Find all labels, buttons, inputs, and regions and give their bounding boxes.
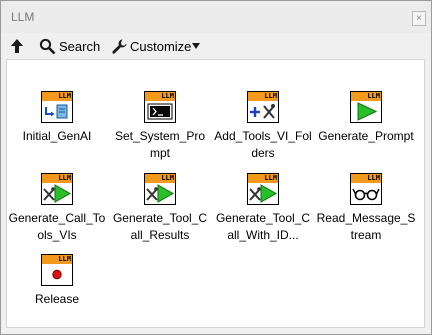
palette-item-label: Add_Tools_VI_Folders [214,129,312,160]
tools-play-icon [249,184,278,203]
palette-item-label: Set_System_Prompt [114,129,206,160]
palette-item-label: Initial_GenAI [22,129,92,143]
terminal-prompt-icon [147,103,173,120]
tools-play-icon [146,184,175,203]
vi-icon: LLM [350,91,382,123]
palette-item-label: Read_Message_Stream [316,211,416,242]
search-label: Search [59,38,101,54]
close-button[interactable]: × [412,11,426,26]
palette-item-generate-prompt[interactable]: LLM Generate_Prompt [316,91,416,166]
palette-item-label: Generate_Call_Tools_VIs [8,211,106,242]
dropdown-arrow-icon [192,43,201,49]
vi-icon: LLM [247,173,279,205]
stop-record-icon [52,269,62,280]
up-arrow-icon [11,39,23,53]
customize-button[interactable]: Customize [111,37,201,55]
vi-icon: LLM [350,173,382,205]
vi-icon: LLM [247,91,279,123]
title-bar[interactable]: LLM × [1,1,431,33]
palette-item-release[interactable]: LLM Release [7,254,107,309]
window-title: LLM [11,10,35,24]
palette-item-label: Release [34,292,80,306]
palette-item-label: Generate_Tool_Call_With_ID... [215,211,311,242]
play-icon [357,102,378,121]
palette-item-generate-call-tools-vis[interactable]: LLM Generate_Call_Tools_VIs [7,173,107,248]
palette-area: LLM Initial_GenAI LLM Set_System_Prompt … [6,59,425,328]
vi-icon: LLM [41,254,73,286]
palette-item-initial-genai[interactable]: LLM Initial_GenAI [7,91,107,166]
glasses-icon [352,188,380,201]
wrench-icon [112,39,127,54]
search-icon [39,38,56,54]
tools-play-icon [43,184,72,203]
palette-item-generate-tool-call-results[interactable]: LLM Generate_Tool_Call_Results [110,173,210,248]
customize-label: Customize [130,38,192,54]
palette-item-read-message-stream[interactable]: LLM Read_Message_Stream [316,173,416,248]
vi-icon: LLM [144,173,176,205]
palette-item-generate-tool-call-with-id[interactable]: LLM Generate_Tool_Call_With_ID... [213,173,313,248]
vi-icon: LLM [41,91,73,123]
palette-item-label: Generate_Tool_Call_Results [112,211,208,242]
init-icon [45,104,68,119]
vi-icon: LLM [144,91,176,123]
toolbar: Search Customize [1,33,431,59]
up-button[interactable] [9,37,25,55]
palette-item-set-system-prompt[interactable]: LLM Set_System_Prompt [110,91,210,166]
palette-item-add-tools-vi-folders[interactable]: LLM Add_Tools_VI_Folders [213,91,313,166]
palette-item-label: Generate_Prompt [318,129,414,143]
palette-window: LLM × Search Customize LLM Initial_GenAI… [0,0,432,335]
search-button[interactable]: Search [39,37,100,55]
vi-icon: LLM [41,173,73,205]
plus-tools-icon [250,104,275,119]
